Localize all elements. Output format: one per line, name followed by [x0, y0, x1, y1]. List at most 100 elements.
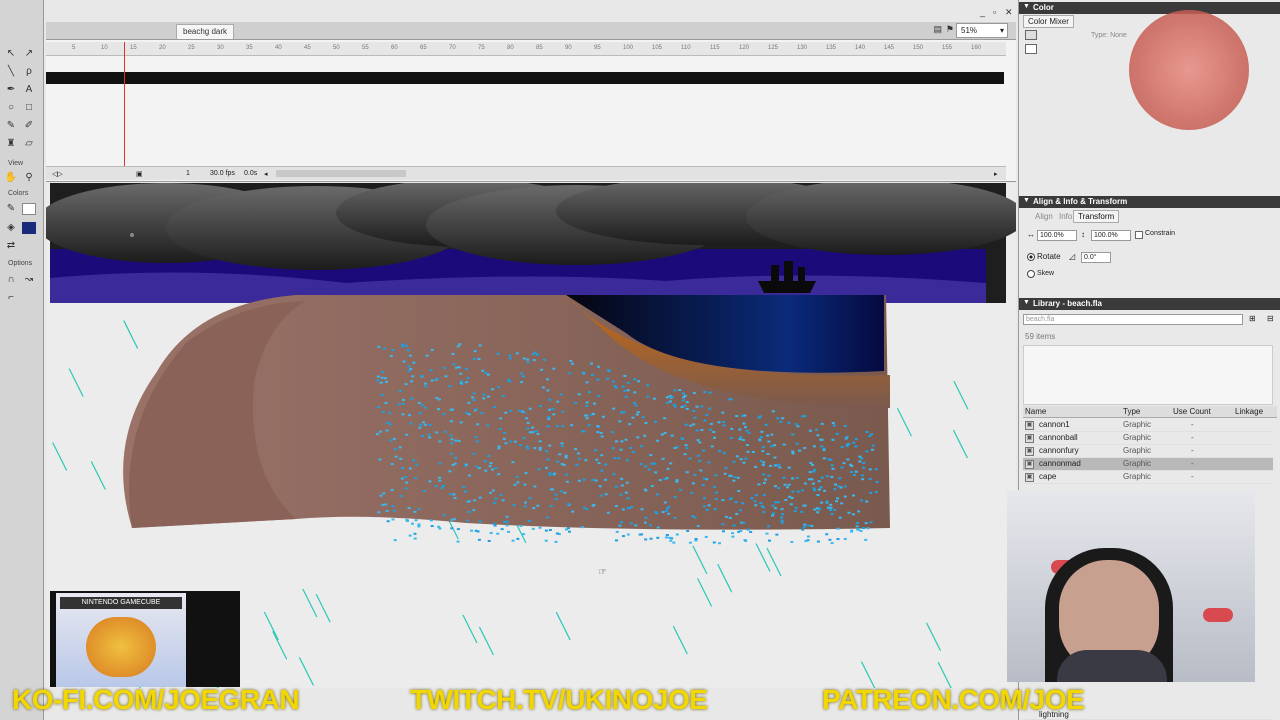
- minimize-icon[interactable]: _: [980, 7, 985, 17]
- library-item[interactable]: ▣ cannonball Graphic -: [1023, 432, 1273, 445]
- edit-scene-icon[interactable]: ▤: [933, 24, 942, 35]
- splash-particle: [667, 512, 671, 515]
- constrain-checkbox[interactable]: [1135, 231, 1143, 239]
- splash-particle: [704, 535, 708, 538]
- fill-color-icon[interactable]: ◈: [4, 222, 18, 234]
- splash-particle: [812, 470, 816, 473]
- splash-particle: [838, 516, 842, 519]
- color-panel-header[interactable]: ▼ Color: [1019, 2, 1280, 14]
- onion-skin-icon[interactable]: ▣: [136, 170, 143, 178]
- stroke-color-icon[interactable]: ✎: [4, 203, 18, 215]
- tab-transform[interactable]: Transform: [1073, 210, 1120, 223]
- height-field[interactable]: 100.0%: [1091, 230, 1131, 241]
- timeline-scrollbar[interactable]: [276, 170, 406, 177]
- line-tool-icon[interactable]: ╲: [4, 66, 18, 78]
- splash-particle: [709, 428, 713, 431]
- close-icon[interactable]: ✕: [1005, 7, 1013, 18]
- library-document-select[interactable]: beach.fla: [1023, 314, 1243, 325]
- document-tab-active[interactable]: beachg dark: [176, 24, 235, 39]
- splash-particle: [654, 471, 658, 474]
- maximize-icon[interactable]: ▫: [993, 7, 996, 17]
- splash-particle: [554, 498, 558, 501]
- splash-particle: [634, 404, 638, 407]
- splash-particle: [724, 467, 728, 470]
- rotate-radio[interactable]: [1027, 253, 1035, 261]
- splash-particle: [385, 429, 389, 432]
- splash-particle: [542, 358, 546, 361]
- splash-particle: [505, 515, 509, 518]
- edit-symbol-icon[interactable]: ⚑: [946, 24, 954, 35]
- library-item[interactable]: ▣ cannonfury Graphic -: [1023, 445, 1273, 458]
- center-frame-icon[interactable]: ◁▷: [52, 170, 63, 178]
- library-item-selected[interactable]: ▣ cannonmad Graphic -: [1023, 458, 1273, 471]
- stroke-swatch[interactable]: [22, 203, 36, 215]
- eraser-tool-icon[interactable]: ▱: [22, 138, 36, 150]
- skew-radio[interactable]: [1027, 270, 1035, 278]
- splash-particle: [804, 540, 808, 543]
- zoom-select[interactable]: 51% ▾: [956, 23, 1008, 38]
- column-linkage[interactable]: Linkage: [1235, 407, 1263, 416]
- straighten-option-icon[interactable]: ⌐: [4, 292, 18, 304]
- scroll-right-icon[interactable]: ▸: [994, 170, 998, 178]
- pencil-tool-icon[interactable]: ✎: [4, 120, 18, 132]
- zoom-tool-icon[interactable]: ⚲: [22, 172, 36, 184]
- stroke-color-swatch[interactable]: [1025, 30, 1037, 40]
- lasso-tool-icon[interactable]: ρ: [22, 66, 36, 78]
- smooth-option-icon[interactable]: ↝: [22, 274, 36, 286]
- hand-tool-icon[interactable]: ✋: [4, 172, 18, 184]
- fill-color-swatch[interactable]: [1025, 44, 1037, 54]
- splash-particle: [843, 485, 847, 488]
- fill-swatch[interactable]: [22, 222, 36, 234]
- pin-library-icon[interactable]: ⊞: [1249, 314, 1256, 323]
- library-item[interactable]: ▣ cape Graphic -: [1023, 471, 1273, 484]
- splash-particle: [532, 359, 536, 362]
- splash-particle: [418, 412, 422, 415]
- splash-particle: [407, 365, 411, 368]
- rectangle-tool-icon[interactable]: □: [22, 102, 36, 114]
- ink-bottle-icon[interactable]: ♜: [4, 138, 18, 150]
- subselect-tool-icon[interactable]: ↗: [22, 48, 36, 60]
- splash-particle: [648, 524, 652, 527]
- splash-particle: [463, 490, 467, 493]
- align-panel-header[interactable]: ▼ Align & Info & Transform: [1019, 196, 1280, 208]
- width-field[interactable]: 100.0%: [1037, 230, 1077, 241]
- splash-particle: [548, 444, 552, 447]
- splash-particle: [843, 537, 847, 540]
- frame-ruler[interactable]: 5 10 15 20 25 30 35 40 45 50 55 60 65 70 75 80 85 90 95 100…: [46, 42, 1006, 56]
- arrow-tool-icon[interactable]: ↖: [4, 48, 18, 60]
- tab-align[interactable]: Align: [1031, 211, 1057, 222]
- splash-particle: [673, 389, 677, 392]
- swap-colors-icon[interactable]: ⇄: [4, 240, 18, 252]
- library-item[interactable]: ▣ cannon1 Graphic -: [1023, 419, 1273, 432]
- ruler-frame-number: 60: [391, 45, 398, 51]
- playhead[interactable]: [124, 42, 125, 172]
- splash-particle: [498, 427, 502, 430]
- column-use-count[interactable]: Use Count: [1173, 407, 1211, 416]
- rotate-field[interactable]: 0.0°: [1081, 252, 1111, 263]
- splash-particle: [516, 537, 520, 540]
- splash-particle: [865, 430, 869, 433]
- splash-particle: [732, 524, 736, 527]
- column-name[interactable]: Name: [1025, 407, 1046, 416]
- new-library-icon[interactable]: ⊟: [1267, 314, 1274, 323]
- splash-particle: [773, 507, 777, 510]
- timeline-layer-row[interactable]: [46, 72, 1004, 84]
- column-type[interactable]: Type: [1123, 407, 1140, 416]
- splash-particle: [746, 450, 750, 453]
- splash-particle: [780, 516, 784, 519]
- brush-tool-icon[interactable]: ✐: [22, 120, 36, 132]
- snap-option-icon[interactable]: ∩: [4, 274, 18, 286]
- splash-particle: [430, 379, 434, 382]
- splash-particle: [413, 510, 417, 513]
- splash-particle: [435, 431, 439, 434]
- tab-color-mixer[interactable]: Color Mixer: [1023, 15, 1074, 28]
- pen-tool-icon[interactable]: ✒: [4, 84, 18, 96]
- splash-particle: [456, 345, 460, 348]
- rotate-icon: ◿: [1069, 252, 1076, 261]
- oval-tool-icon[interactable]: ○: [4, 102, 18, 114]
- text-tool-icon[interactable]: A: [22, 84, 36, 96]
- splash-particle: [777, 487, 781, 490]
- scroll-left-icon[interactable]: ◂: [264, 170, 268, 178]
- library-panel-header[interactable]: ▼ Library - beach.fla: [1019, 298, 1280, 310]
- splash-particle: [625, 459, 629, 462]
